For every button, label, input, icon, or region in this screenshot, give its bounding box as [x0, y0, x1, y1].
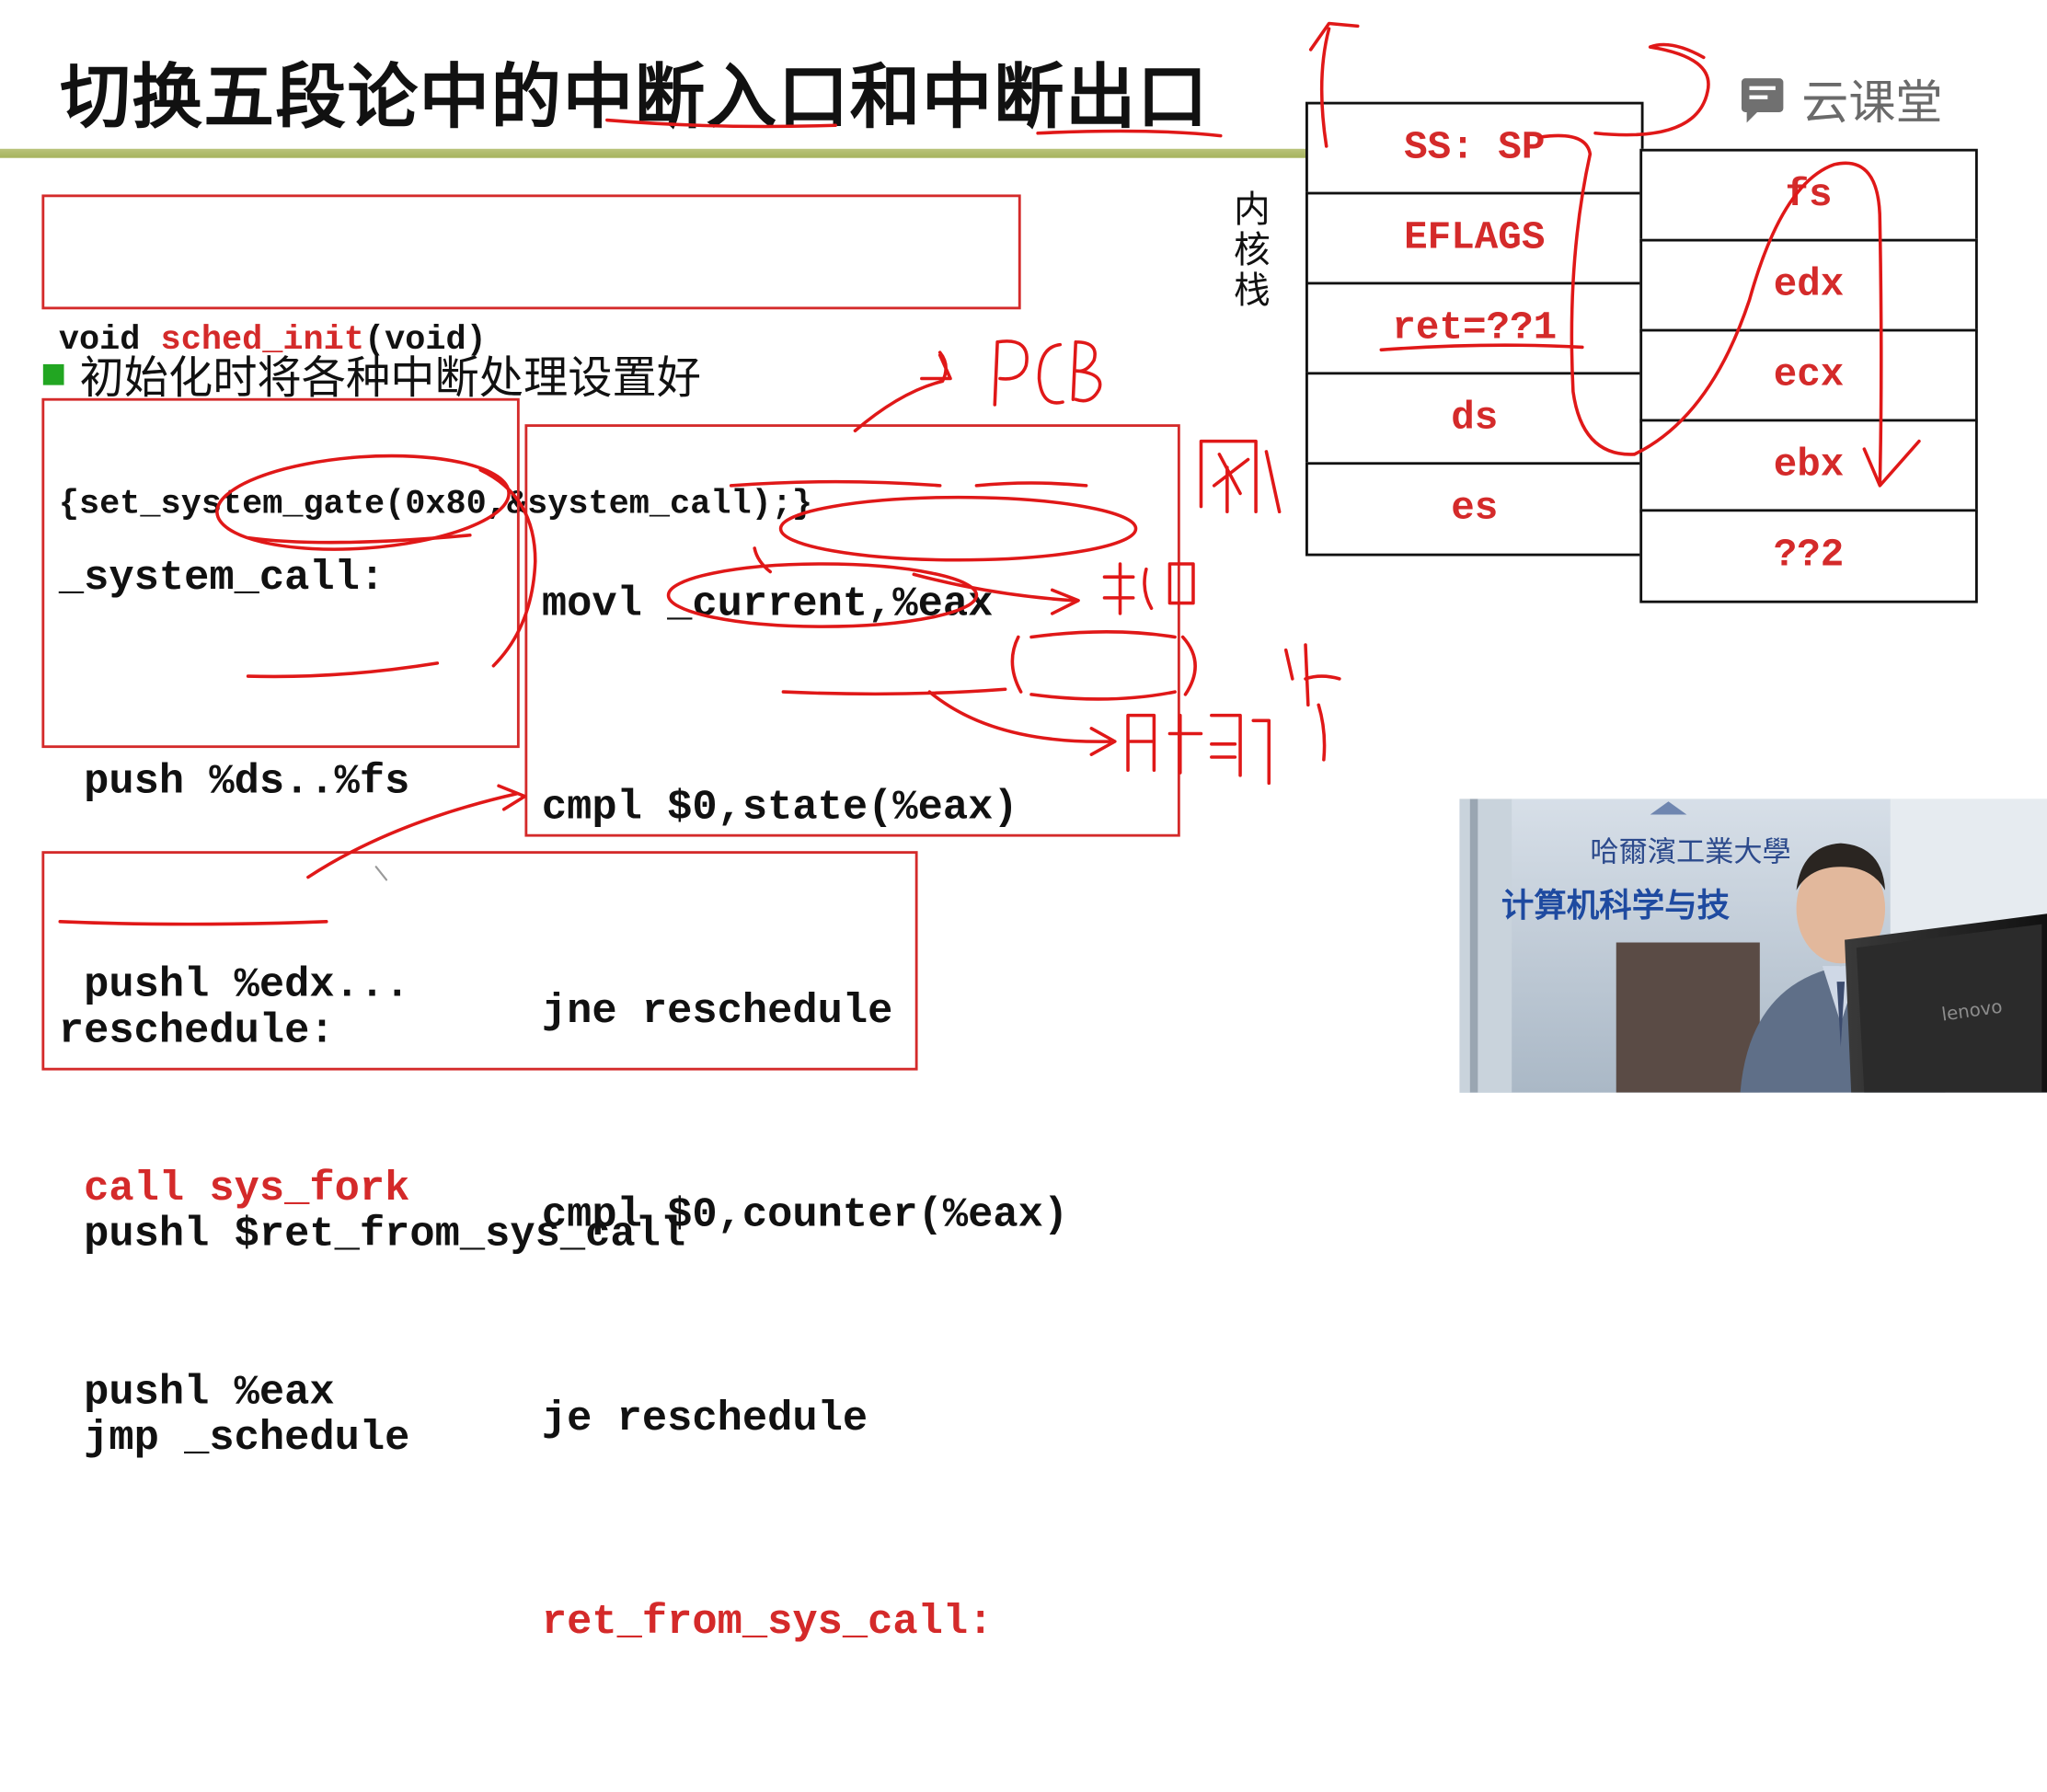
- pushl-ret-line: pushl $ret_from_sys_call: [58, 1210, 686, 1258]
- ret-from-sys-call-label: ret_from_sys_call:: [541, 1597, 994, 1647]
- bullet-square-icon: [42, 363, 64, 385]
- stack-cell-text: ds: [1451, 396, 1499, 442]
- stack-cell-unknown2: ??2: [1639, 509, 1978, 603]
- reschedule-code-box: reschedule: pushl $ret_from_sys_call jmp…: [41, 851, 918, 1462]
- push-ds-fs-line: push %ds..%fs: [58, 757, 410, 806]
- stack-cell-text: edx: [1773, 263, 1845, 308]
- cloud-classroom-icon: [1741, 78, 1784, 123]
- stack-cell-ebx: ebx: [1639, 419, 1978, 513]
- brand-name: 云课堂: [1801, 76, 1943, 131]
- stack-cell-fs: fs: [1639, 148, 1978, 243]
- slide-title: 切换五段论中的中断入口和中断出口: [60, 56, 1210, 139]
- annot-block-text: [1199, 439, 1282, 514]
- movl-current-line: movl _current,%eax: [541, 580, 994, 628]
- stack-cell-text: ret=??1: [1392, 306, 1558, 351]
- stack-cell-es: es: [1305, 462, 1644, 557]
- stack-cell-ecx: ecx: [1639, 328, 1978, 423]
- annot-pian-text: [1283, 643, 1341, 762]
- sched-init-code-box: void sched_init(void) {set_system_gate(0…: [41, 194, 1021, 523]
- bullet-text: 初始化时将各种中断处理设置好: [79, 352, 702, 405]
- stack-cell-text: fs: [1785, 173, 1833, 218]
- stack-cell-text: ecx: [1773, 353, 1845, 398]
- stack-cell-text: ??2: [1773, 534, 1845, 579]
- stack-cell-eflags: EFLAGS: [1305, 191, 1644, 286]
- stack-cell-edx: edx: [1639, 238, 1978, 333]
- video-background: lenovo 哈爾濱工業大學 计算机科学与技: [1459, 798, 2047, 1093]
- slide-canvas: 切换五段论中的中断入口和中断出口 云课堂 void sched_init(voi…: [0, 0, 2047, 1646]
- title-underline-rule: [0, 148, 1319, 158]
- cmpl-state-line: cmpl $0,state(%eax): [541, 783, 1018, 832]
- jmp-schedule-line: jmp _schedule: [58, 1413, 410, 1463]
- bullet-item: 初始化时将各种中断处理设置好: [42, 342, 702, 407]
- stack-cell-ret1: ret=??1: [1305, 281, 1644, 376]
- lecturer-video-inset: lenovo 哈爾濱工業大學 计算机科学与技: [1459, 798, 2047, 1093]
- system-call-code-box: _system_call: push %ds..%fs pushl %edx..…: [41, 397, 520, 1417]
- stack-cell-text: ebx: [1773, 443, 1845, 488]
- stack-cell-ss-sp: SS: SP: [1305, 101, 1644, 196]
- stack-cell-text: SS: SP: [1404, 126, 1546, 171]
- stack-cell-text: es: [1451, 487, 1499, 532]
- schedule-check-code-box: movl _current,%eax cmpl $0,state(%eax) j…: [524, 424, 1180, 1646]
- stack-cell-ds: ds: [1305, 372, 1644, 466]
- video-banner-school: 哈爾濱工業大學: [1590, 836, 1790, 869]
- brand-logo: 云课堂: [1733, 65, 1943, 133]
- kernel-stack-label: 内核栈: [1233, 188, 1271, 313]
- system-call-label: _system_call:: [58, 553, 385, 603]
- stack-cell-text: EFLAGS: [1404, 216, 1546, 261]
- reschedule-label: reschedule:: [58, 1006, 335, 1055]
- video-banner-dept: 计算机科学与技: [1501, 887, 1731, 925]
